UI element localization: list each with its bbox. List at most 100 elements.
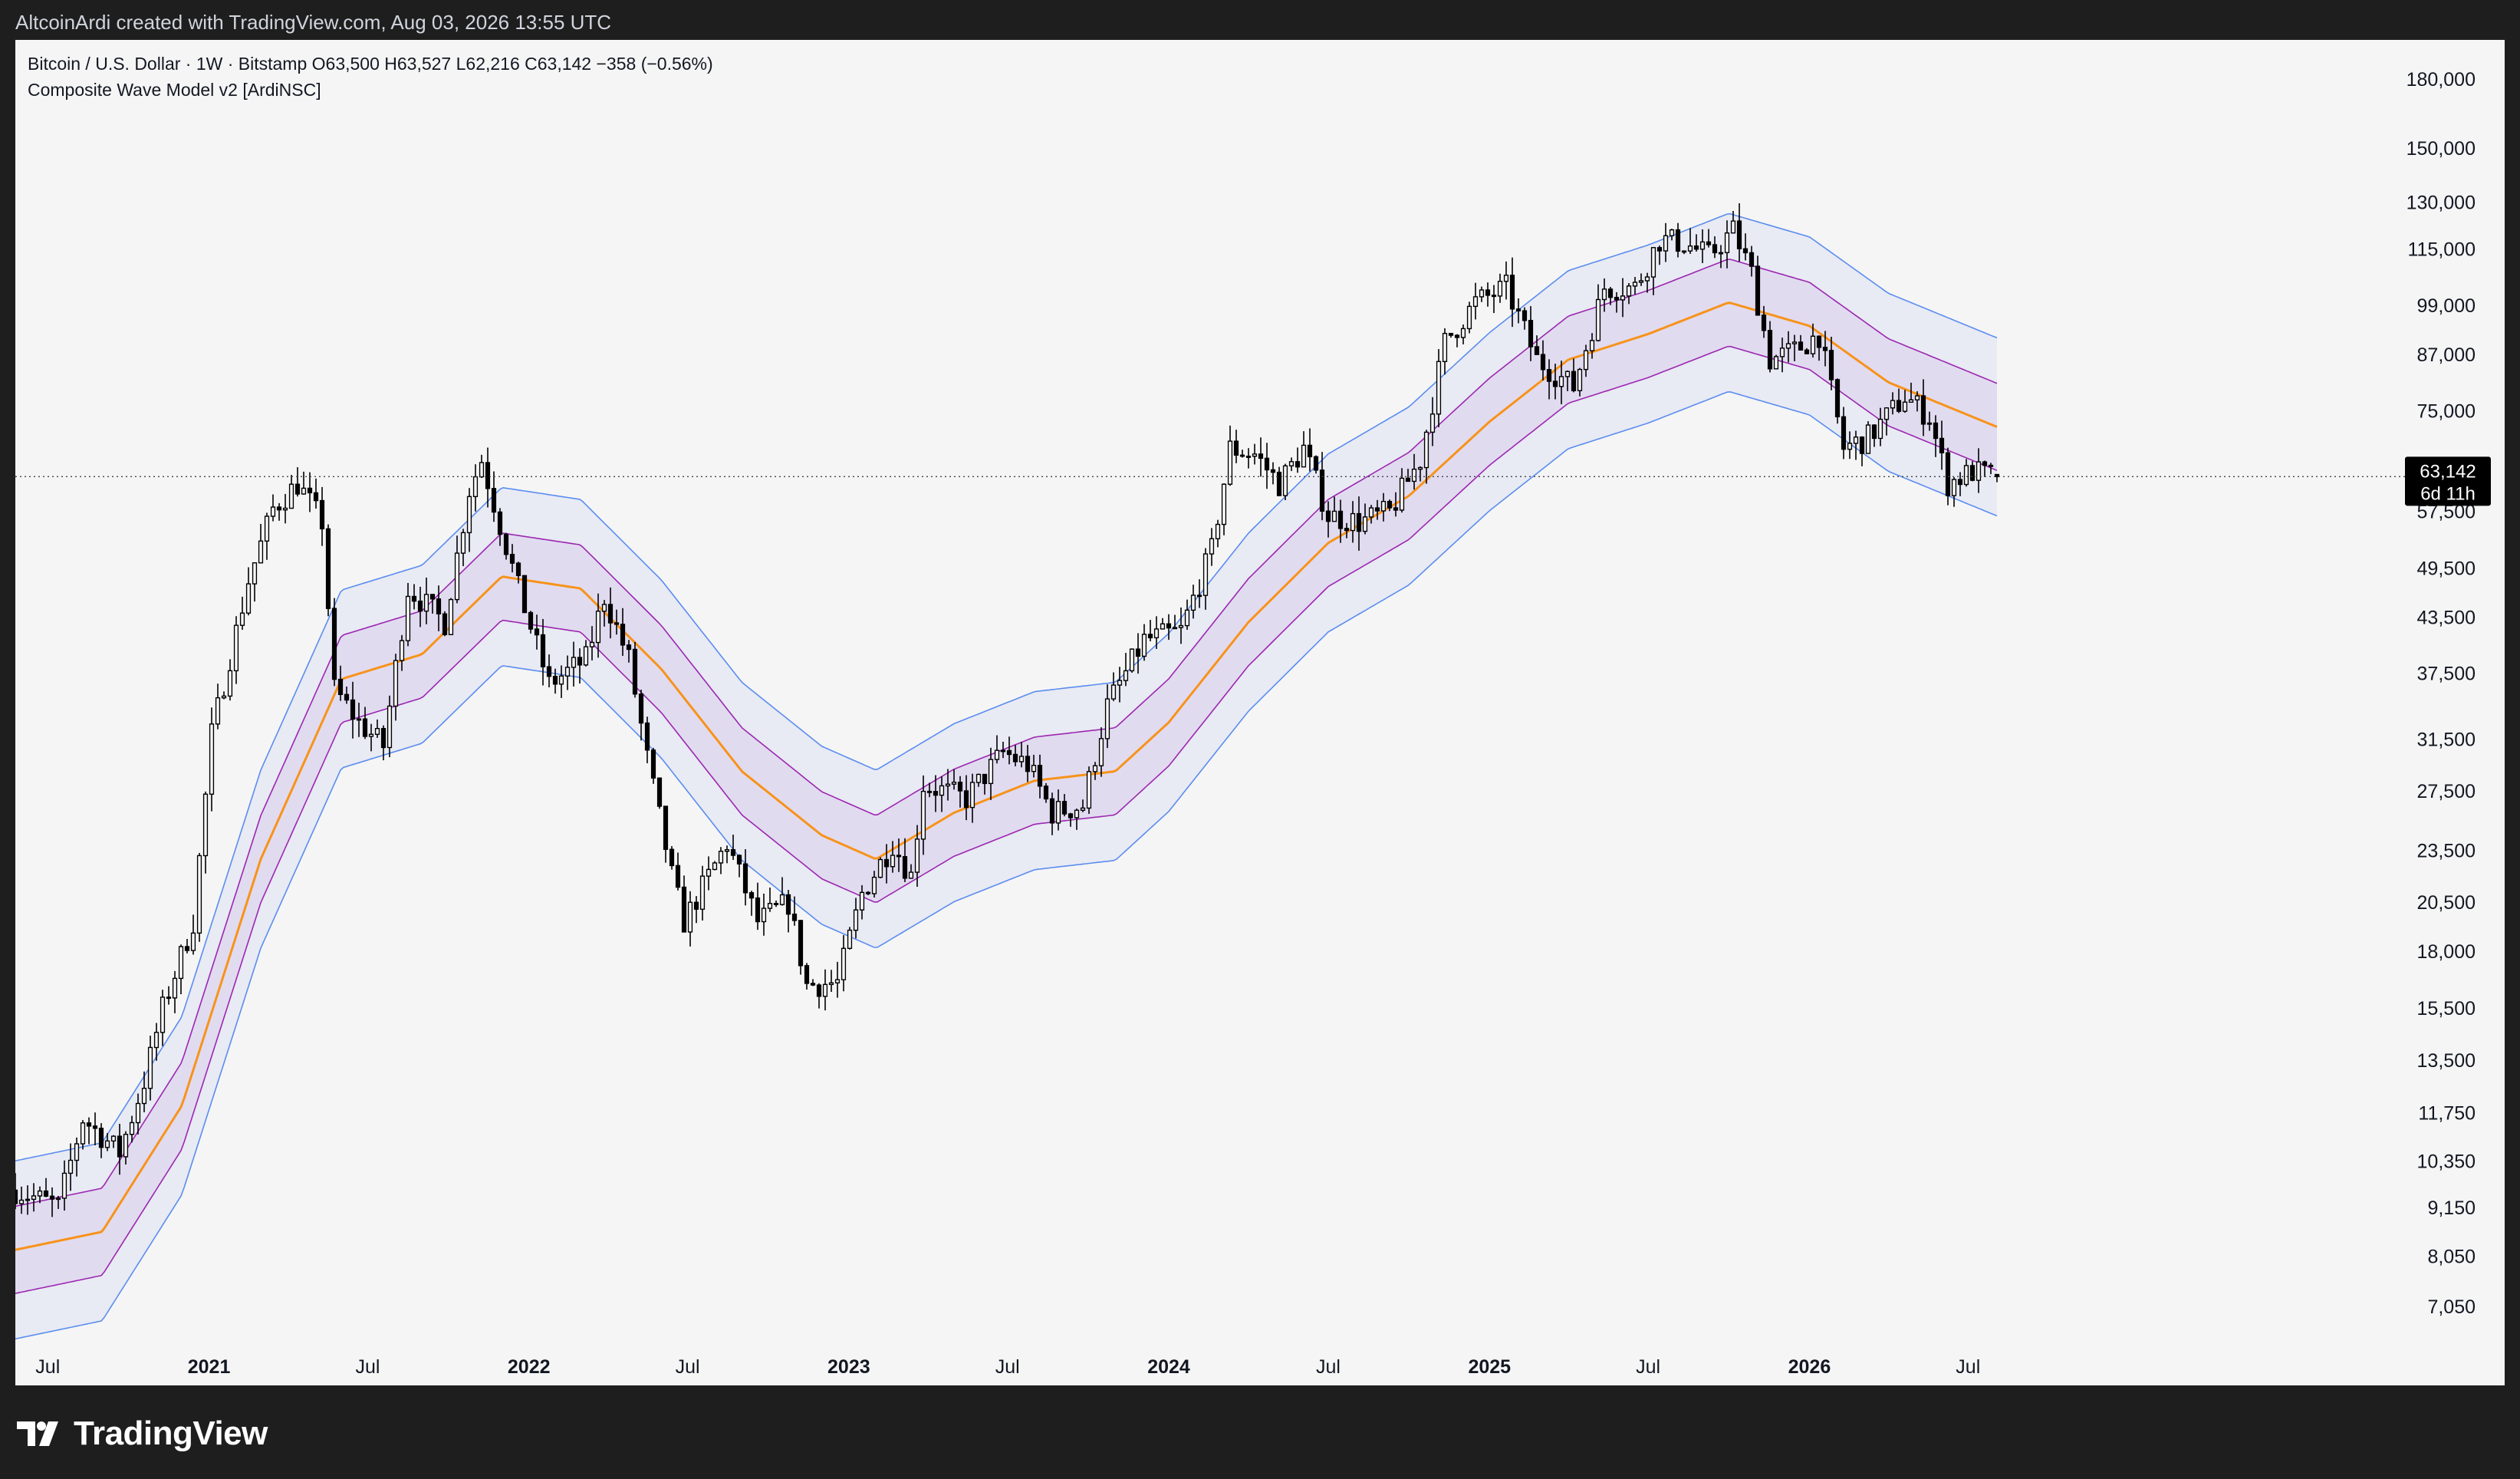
candle <box>822 969 828 1011</box>
candle-body <box>1153 628 1160 639</box>
candle-body <box>847 929 853 949</box>
candle-body <box>1607 288 1614 298</box>
candle <box>767 887 773 912</box>
candle-body <box>1656 247 1663 252</box>
candle-body <box>1522 310 1528 321</box>
time-tick-label: Jul <box>1956 1356 1980 1378</box>
time-axis: Jul 2021 Jul 2022 Jul 2023 Jul 2024 Jul 2025 Jul 20… <box>35 1356 1980 1378</box>
candle-body <box>1822 347 1828 351</box>
candle-body <box>282 507 288 511</box>
candle-body <box>411 595 417 602</box>
candle-body <box>1399 477 1405 511</box>
candle-body <box>380 728 387 749</box>
candle <box>325 524 331 617</box>
candle-body <box>1853 436 1859 444</box>
candle-body <box>748 892 755 899</box>
candle-body <box>1577 368 1583 391</box>
candle-body <box>1620 295 1626 301</box>
candle-body <box>1436 361 1442 415</box>
candle-body <box>288 483 294 509</box>
candle <box>184 939 190 954</box>
candle-body <box>552 675 558 685</box>
candle-body <box>607 604 614 624</box>
candle-body <box>1258 453 1264 460</box>
brand-name: TradingView <box>74 1415 268 1452</box>
price-tick-label: 8,050 <box>2427 1246 2476 1267</box>
candle-body <box>693 901 699 910</box>
candle-body <box>1644 276 1650 282</box>
candle-body <box>454 552 460 601</box>
candle <box>1288 457 1295 472</box>
candle-body <box>202 793 209 857</box>
candle-body <box>902 855 908 879</box>
price-chart[interactable]: 180,000 150,000 130,000 115,000 99,000 87,000… <box>15 40 2505 1385</box>
candle-body <box>865 891 871 894</box>
candle-body <box>1951 479 1957 496</box>
candle <box>313 478 319 509</box>
candle-body <box>1675 229 1681 252</box>
candle-body <box>1454 334 1460 338</box>
brand-watermark: TradingView <box>17 1415 268 1453</box>
candle-body <box>595 611 601 644</box>
candle-body <box>534 628 540 636</box>
candle-body <box>939 785 945 796</box>
candle-body <box>644 722 650 751</box>
candle-body <box>417 600 423 612</box>
candle <box>1147 620 1153 641</box>
chart-area[interactable]: 180,000 150,000 130,000 115,000 99,000 87,000… <box>15 40 2505 1385</box>
candle-body <box>601 604 607 612</box>
candle-body <box>1295 461 1301 468</box>
candle-body <box>423 594 429 612</box>
price-tick-label: 150,000 <box>2407 138 2476 160</box>
candle-body <box>215 697 221 725</box>
candle-body <box>1810 335 1816 354</box>
candle <box>166 986 172 1005</box>
symbol-legend[interactable]: Bitcoin / U.S. Dollar · 1W · Bitstamp O6… <box>28 51 713 77</box>
candle-body <box>853 909 859 931</box>
candle-body <box>1933 422 1939 440</box>
candle-body <box>951 781 957 785</box>
candle-body <box>294 483 301 495</box>
candle-body <box>877 858 883 878</box>
candle-body <box>1387 500 1393 509</box>
candle-body <box>908 871 914 879</box>
candle-body <box>239 612 245 626</box>
time-tick-label: 2021 <box>188 1356 231 1378</box>
candle-body <box>503 533 509 555</box>
candle <box>239 596 245 631</box>
candle <box>675 852 681 891</box>
candle-body <box>1018 756 1025 763</box>
candle-body <box>466 496 472 534</box>
candle-body <box>1841 416 1847 450</box>
candle-body <box>521 575 528 614</box>
candle-body <box>190 932 196 951</box>
candle-body <box>184 946 190 951</box>
candle-body <box>1736 220 1742 249</box>
candle <box>847 927 853 950</box>
candle <box>773 900 779 907</box>
indicator-legend[interactable]: Composite Wave Model v2 [ArdiNSC] <box>28 77 713 103</box>
candle <box>834 961 841 998</box>
candle <box>1086 766 1092 814</box>
candle-body <box>178 946 184 980</box>
candle <box>1110 672 1117 702</box>
candle-body <box>957 781 963 792</box>
candle-body <box>1172 627 1178 630</box>
candle-body <box>1417 466 1423 470</box>
candle <box>1141 624 1147 661</box>
candle-body <box>577 657 583 666</box>
candle-body <box>945 783 951 787</box>
candle-body <box>859 891 865 911</box>
candle <box>1454 334 1460 348</box>
candle-body <box>393 660 399 707</box>
candle-body <box>1626 285 1632 297</box>
candle-body <box>975 773 982 783</box>
price-tick-label: 9,150 <box>2427 1197 2476 1219</box>
candle-body <box>706 868 712 877</box>
candle <box>221 691 227 700</box>
candle-body <box>1706 241 1712 245</box>
candle <box>178 944 184 995</box>
candle-body <box>153 1032 160 1049</box>
candle-body <box>356 718 362 721</box>
candle <box>663 805 669 863</box>
